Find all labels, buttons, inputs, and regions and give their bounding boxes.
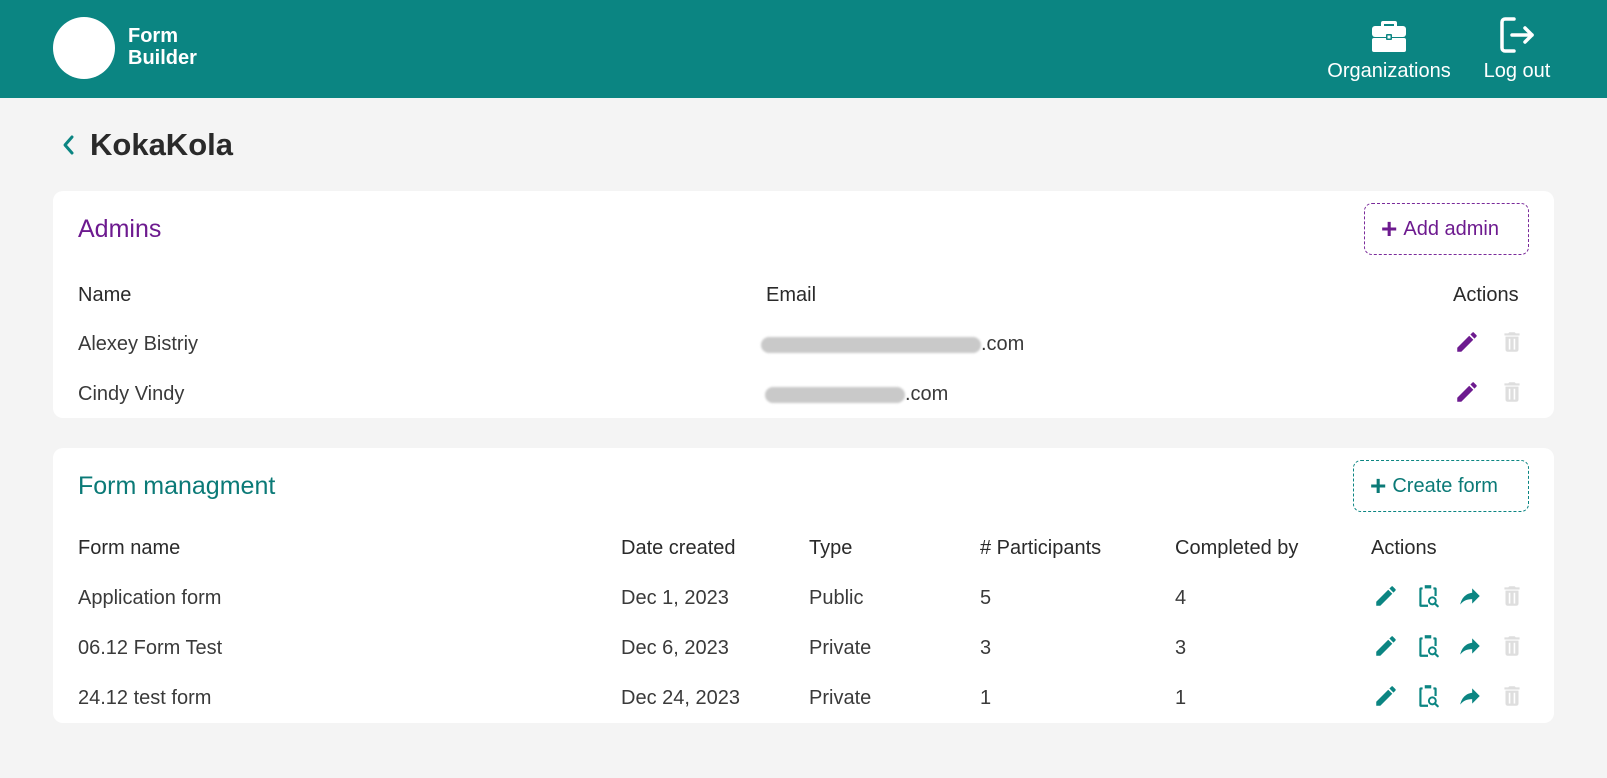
logo-text[interactable]: Form Builder <box>128 25 197 69</box>
email-suffix: .com <box>981 333 1025 355</box>
form-name-cell[interactable]: Application form <box>78 587 221 610</box>
trash-icon <box>1504 332 1520 352</box>
edit-form-button[interactable] <box>1373 633 1399 659</box>
back-button[interactable] <box>58 132 80 158</box>
participants-cell: 1 <box>980 687 992 709</box>
share-form-button[interactable] <box>1457 583 1483 609</box>
column-header-email: Email <box>766 284 817 306</box>
clipboard-search-icon <box>1419 685 1439 708</box>
plus-icon: + <box>1381 213 1398 244</box>
pencil-icon <box>1457 332 1477 352</box>
share-arrow-icon <box>1460 588 1480 605</box>
page-title: KokaKola <box>90 127 233 162</box>
pencil-icon <box>1376 586 1396 606</box>
logo-line-1: Form <box>128 25 178 47</box>
share-form-button[interactable] <box>1457 633 1483 659</box>
create-form-button[interactable]: + Create form <box>1353 460 1529 512</box>
admin-name-cell: Cindy Vindy <box>78 383 185 405</box>
type-cell: Private <box>809 637 872 659</box>
column-header-form-name: Form name <box>78 537 181 559</box>
delete-form-button[interactable] <box>1499 583 1525 609</box>
trash-icon <box>1504 586 1520 606</box>
completed-by-cell: 3 <box>1175 637 1187 659</box>
delete-admin-button[interactable] <box>1499 379 1525 405</box>
type-cell: Private <box>809 687 872 709</box>
column-header-actions: Actions <box>1371 537 1437 559</box>
trash-icon <box>1504 636 1520 656</box>
pencil-icon <box>1376 636 1396 656</box>
admin-name-cell: Alexey Bistriy <box>78 333 199 355</box>
pencil-icon <box>1457 382 1477 402</box>
type-cell: Public <box>809 587 864 609</box>
delete-form-button[interactable] <box>1499 683 1525 709</box>
create-form-label: Create form <box>1392 474 1498 497</box>
redacted-email-blur <box>765 386 905 403</box>
chevron-left-icon <box>63 135 74 155</box>
clipboard-search-icon <box>1419 635 1439 658</box>
logout-nav-button[interactable]: Log out <box>1478 14 1556 83</box>
clipboard-search-icon <box>1419 585 1439 608</box>
edit-form-button[interactable] <box>1373 683 1399 709</box>
participants-cell: 5 <box>980 587 992 609</box>
logout-label: Log out <box>1483 60 1551 82</box>
logo-icon[interactable] <box>53 17 115 79</box>
organizations-label: Organizations <box>1327 60 1451 82</box>
form-name-cell[interactable]: 24.12 test form <box>78 687 211 710</box>
logout-icon <box>1500 17 1534 53</box>
admins-title: Admins <box>78 215 162 243</box>
share-arrow-icon <box>1460 638 1480 655</box>
admin-email-cell: .com <box>761 333 1024 356</box>
form-name-cell[interactable]: 06.12 Form Test <box>78 637 222 660</box>
completed-by-cell: 1 <box>1175 687 1187 709</box>
briefcase-icon <box>1372 21 1406 52</box>
redacted-email-blur <box>761 336 981 353</box>
completed-by-cell: 4 <box>1175 587 1187 609</box>
date-created-cell: Dec 1, 2023 <box>621 587 729 609</box>
delete-form-button[interactable] <box>1499 633 1525 659</box>
view-results-button[interactable] <box>1415 683 1441 709</box>
top-header: Form Builder Organizations Log out <box>0 0 1607 98</box>
column-header-date-created: Date created <box>621 537 736 559</box>
date-created-cell: Dec 24, 2023 <box>621 687 740 709</box>
organizations-nav-button[interactable]: Organizations <box>1320 14 1458 83</box>
admins-card: Admins + Add admin Name Email Actions Al… <box>53 191 1554 418</box>
delete-admin-button[interactable] <box>1499 329 1525 355</box>
pencil-icon <box>1376 686 1396 706</box>
column-header-type: Type <box>809 537 853 559</box>
column-header-participants: # Participants <box>980 537 1102 559</box>
column-header-completed-by: Completed by <box>1175 537 1299 559</box>
plus-icon: + <box>1370 470 1387 501</box>
admin-email-cell: .com <box>765 383 948 406</box>
edit-admin-button[interactable] <box>1454 329 1480 355</box>
share-form-button[interactable] <box>1457 683 1483 709</box>
add-admin-label: Add admin <box>1403 217 1499 240</box>
trash-icon <box>1504 686 1520 706</box>
share-arrow-icon <box>1460 688 1480 705</box>
edit-admin-button[interactable] <box>1454 379 1480 405</box>
participants-cell: 3 <box>980 637 992 659</box>
view-results-button[interactable] <box>1415 583 1441 609</box>
edit-form-button[interactable] <box>1373 583 1399 609</box>
form-management-card: Form managment + Create form Form name D… <box>53 448 1554 723</box>
form-management-title: Form managment <box>78 472 276 500</box>
email-suffix: .com <box>905 383 949 405</box>
add-admin-button[interactable]: + Add admin <box>1364 203 1529 255</box>
column-header-actions: Actions <box>1453 284 1519 306</box>
date-created-cell: Dec 6, 2023 <box>621 637 729 659</box>
logo-line-2: Builder <box>128 47 197 69</box>
trash-icon <box>1504 382 1520 402</box>
view-results-button[interactable] <box>1415 633 1441 659</box>
column-header-name: Name <box>78 284 132 306</box>
